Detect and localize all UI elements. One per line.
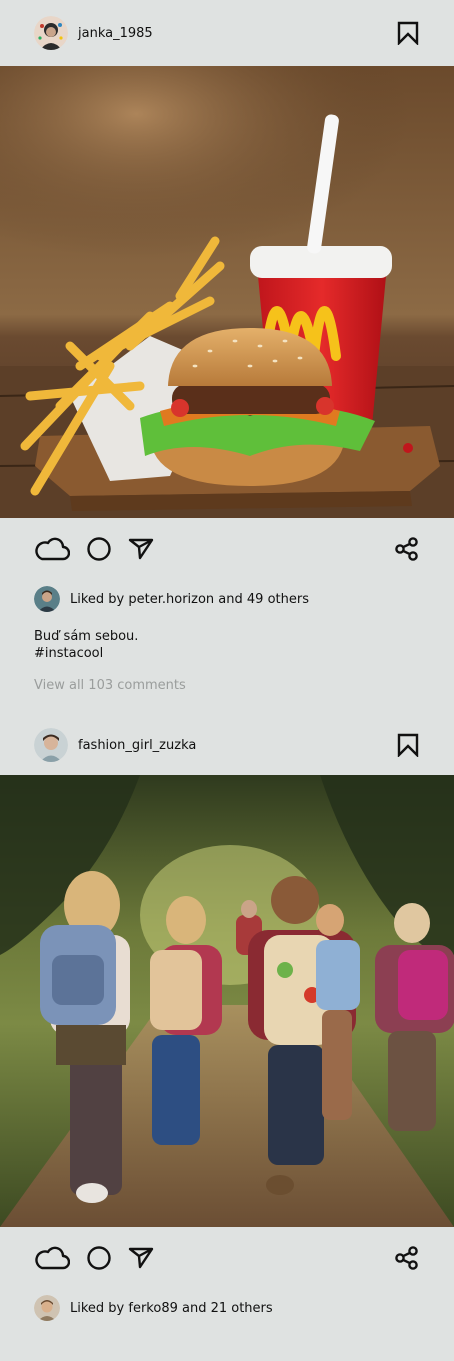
avatar[interactable] xyxy=(34,1295,60,1321)
post-photo[interactable] xyxy=(0,66,454,518)
post-1: janka_1985 Liked by peter.horizon and 49… xyxy=(0,0,454,693)
username[interactable]: fashion_girl_zuzka xyxy=(78,738,196,753)
post-author[interactable]: janka_1985 xyxy=(34,16,153,50)
post-caption: Buď sám sebou. #instacool xyxy=(0,628,454,662)
view-comments-link[interactable]: View all 103 comments xyxy=(0,678,454,693)
post-2: fashion_girl_zuzka Liked by ferko89 and … xyxy=(0,715,454,1323)
circle-icon[interactable] xyxy=(86,536,112,566)
avatar[interactable] xyxy=(34,728,68,762)
hashtag[interactable]: #instacool xyxy=(34,645,420,662)
cloud-icon[interactable] xyxy=(34,1246,71,1274)
avatar[interactable] xyxy=(34,586,60,612)
likes-row: Liked by ferko89 and 21 others xyxy=(0,1293,454,1323)
post-author[interactable]: fashion_girl_zuzka xyxy=(34,728,196,762)
avatar[interactable] xyxy=(34,16,68,50)
send-icon[interactable] xyxy=(128,1246,154,1274)
username[interactable]: janka_1985 xyxy=(78,26,153,41)
post-photo[interactable] xyxy=(0,775,454,1227)
send-icon[interactable] xyxy=(128,537,154,565)
post-header: fashion_girl_zuzka xyxy=(0,715,454,775)
cloud-icon[interactable] xyxy=(34,537,71,565)
likes-text[interactable]: Liked by peter.horizon and 49 others xyxy=(70,592,309,607)
share-icon[interactable] xyxy=(394,536,420,566)
likes-text[interactable]: Liked by ferko89 and 21 others xyxy=(70,1301,273,1316)
caption-text: Buď sám sebou. xyxy=(34,629,139,644)
likes-row: Liked by peter.horizon and 49 others xyxy=(0,584,454,614)
share-icon[interactable] xyxy=(394,1245,420,1275)
post-actions xyxy=(0,1227,454,1293)
bookmark-icon[interactable] xyxy=(396,733,420,758)
post-header: janka_1985 xyxy=(0,0,454,66)
circle-icon[interactable] xyxy=(86,1245,112,1275)
bookmark-icon[interactable] xyxy=(396,21,420,46)
post-actions xyxy=(0,518,454,584)
